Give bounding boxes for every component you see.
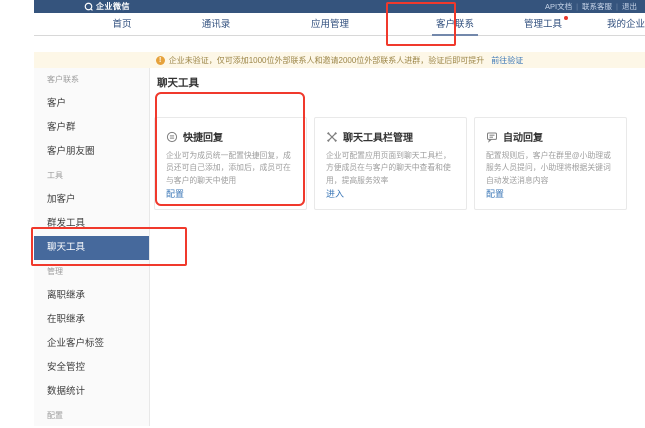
sidebar-item-customer-moments[interactable]: 客户朋友圈	[34, 140, 149, 164]
sidebar-item-resigned-transfer[interactable]: 离职继承	[34, 284, 149, 308]
card-description: 企业可配置应用页面到聊天工具栏，方便成员在与客户的聊天中查看和使用，提高服务效率	[326, 151, 451, 185]
auto-reply-configure-link[interactable]: 配置	[486, 187, 615, 200]
feature-cards: 快捷回复 企业可为成员统一配置快捷回复，成员还可自己添加，添加后，成员可在与客户…	[154, 117, 627, 210]
sidebar-item-customers[interactable]: 客户	[34, 92, 149, 116]
notice-text: 企业未验证，仅可添加1000位外部联系人和邀请2000位外部联系人进群，验证后即…	[168, 55, 485, 65]
logout-link[interactable]: 退出	[622, 1, 637, 12]
tab-my-enterprise[interactable]: 我的企业	[607, 13, 645, 36]
sidebar-item-customer-groups[interactable]: 客户群	[34, 116, 149, 140]
card-auto-reply: 自动回复 配置规则后，客户在群里@小助理或服务人员提问，小助理将根据关键词自动发…	[474, 117, 627, 210]
card-title: 快捷回复	[183, 133, 223, 144]
chat-toolbar-icon	[326, 131, 338, 143]
card-chat-toolbar-head: 聊天工具栏管理	[326, 129, 455, 144]
top-bar: 企业微信 API文档 联系客服 退出	[34, 0, 645, 13]
tab-home[interactable]: 首页	[112, 13, 131, 36]
auto-reply-icon	[486, 131, 498, 143]
warning-icon: !	[155, 55, 165, 65]
card-auto-reply-head: 自动回复	[486, 129, 615, 144]
main-content: 聊天工具 快捷回复 企业可为成员统一配置快捷回复，成员还可自己添加，添加后，成员…	[151, 68, 645, 426]
verification-notice-bar: ! 企业未验证，仅可添加1000位外部联系人和邀请2000位外部联系人进群，验证…	[34, 52, 645, 68]
card-title: 自动回复	[503, 133, 543, 144]
go-verify-link[interactable]: 前往验证	[491, 55, 523, 66]
sidebar-item-chat-tools[interactable]: 聊天工具	[34, 236, 149, 260]
app-logo: 企业微信	[84, 1, 130, 12]
wework-logo-icon	[84, 2, 93, 11]
sidebar-header-customer-contact: 客户联系	[47, 75, 79, 84]
topbar-links: API文档 联系客服 退出	[545, 1, 637, 12]
quick-reply-configure-link[interactable]: 配置	[166, 187, 295, 200]
sidebar-header-configuration: 配置	[47, 411, 63, 420]
sidebar-item-customer-tags[interactable]: 企业客户标签	[34, 332, 149, 356]
tab-contacts[interactable]: 通讯录	[202, 13, 231, 36]
tab-management-tools[interactable]: 管理工具	[524, 13, 569, 36]
page-title: 聊天工具	[157, 77, 199, 89]
sidebar-header-management: 管理	[47, 267, 63, 276]
sidebar: 客户联系 客户 客户群 客户朋友圈 工具 加客户 群发工具 聊天工具 管理 离职…	[34, 68, 150, 426]
card-description: 配置规则后，客户在群里@小助理或服务人员提问，小助理将根据关键词自动发送消息内容	[486, 151, 611, 185]
card-quick-reply-head: 快捷回复	[166, 129, 295, 144]
main-nav: 首页 通讯录 应用管理 客户联系 管理工具 我的企业	[34, 13, 645, 36]
sidebar-item-data-statistics[interactable]: 数据统计	[34, 380, 149, 404]
api-docs-link[interactable]: API文档	[545, 1, 582, 12]
tab-app-management[interactable]: 应用管理	[311, 13, 349, 36]
sidebar-item-security-control[interactable]: 安全管控	[34, 356, 149, 380]
card-title: 聊天工具栏管理	[343, 133, 413, 144]
sidebar-item-add-customer[interactable]: 加客户	[34, 188, 149, 212]
sidebar-item-mass-message[interactable]: 群发工具	[34, 212, 149, 236]
chat-toolbar-enter-link[interactable]: 进入	[326, 187, 455, 200]
new-badge-dot	[564, 16, 569, 20]
card-quick-reply: 快捷回复 企业可为成员统一配置快捷回复，成员还可自己添加，添加后，成员可在与客户…	[154, 117, 307, 210]
quick-reply-icon	[166, 131, 178, 143]
tab-customer-contact[interactable]: 客户联系	[436, 13, 474, 36]
sidebar-item-onjob-transfer[interactable]: 在职继承	[34, 308, 149, 332]
sidebar-header-tools: 工具	[47, 171, 63, 180]
contact-support-link[interactable]: 联系客服	[582, 1, 622, 12]
card-chat-toolbar: 聊天工具栏管理 企业可配置应用页面到聊天工具栏，方便成员在与客户的聊天中查看和使…	[314, 117, 467, 210]
card-description: 企业可为成员统一配置快捷回复，成员还可自己添加，添加后，成员可在与客户的聊天中使…	[166, 151, 291, 185]
app-logo-text: 企业微信	[96, 2, 130, 11]
